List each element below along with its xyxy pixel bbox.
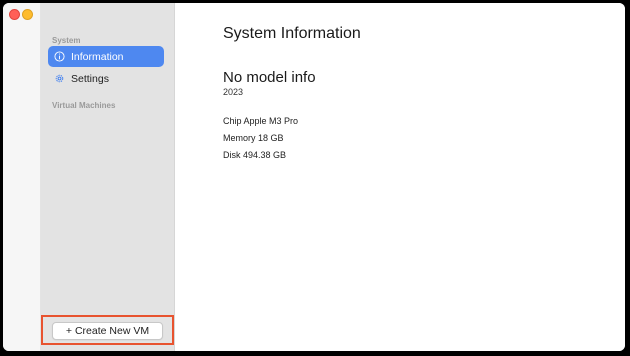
sidebar: System Information Settings Virtual Mach…: [41, 3, 175, 351]
create-button-highlight: + Create New VM: [41, 315, 174, 345]
chip-info: Chip Apple M3 Pro: [223, 116, 299, 126]
sidebar-item-settings[interactable]: Settings: [48, 68, 164, 89]
sidebar-item-information[interactable]: Information: [48, 46, 164, 67]
sidebar-section-virtual-machines: Virtual Machines: [52, 101, 116, 110]
model-name: No model info: [223, 69, 316, 86]
sidebar-item-label: Settings: [71, 72, 109, 85]
close-icon[interactable]: [9, 9, 20, 20]
create-new-vm-button[interactable]: + Create New VM: [52, 322, 163, 340]
page-title: System Information: [223, 25, 361, 42]
info-icon: [54, 51, 65, 62]
minimize-icon[interactable]: [22, 9, 33, 20]
disk-info: Disk 494.38 GB: [223, 150, 287, 160]
gear-icon: [54, 73, 65, 84]
memory-info: Memory 18 GB: [223, 133, 284, 143]
window-titlebar-strip: [3, 3, 41, 351]
model-year: 2023: [223, 87, 244, 97]
main-content: System Information No model info 2023 Ch…: [175, 3, 625, 351]
sidebar-section-system: System: [52, 36, 81, 45]
app-window: System Information Settings Virtual Mach…: [3, 3, 625, 351]
sidebar-item-label: Information: [71, 50, 124, 63]
